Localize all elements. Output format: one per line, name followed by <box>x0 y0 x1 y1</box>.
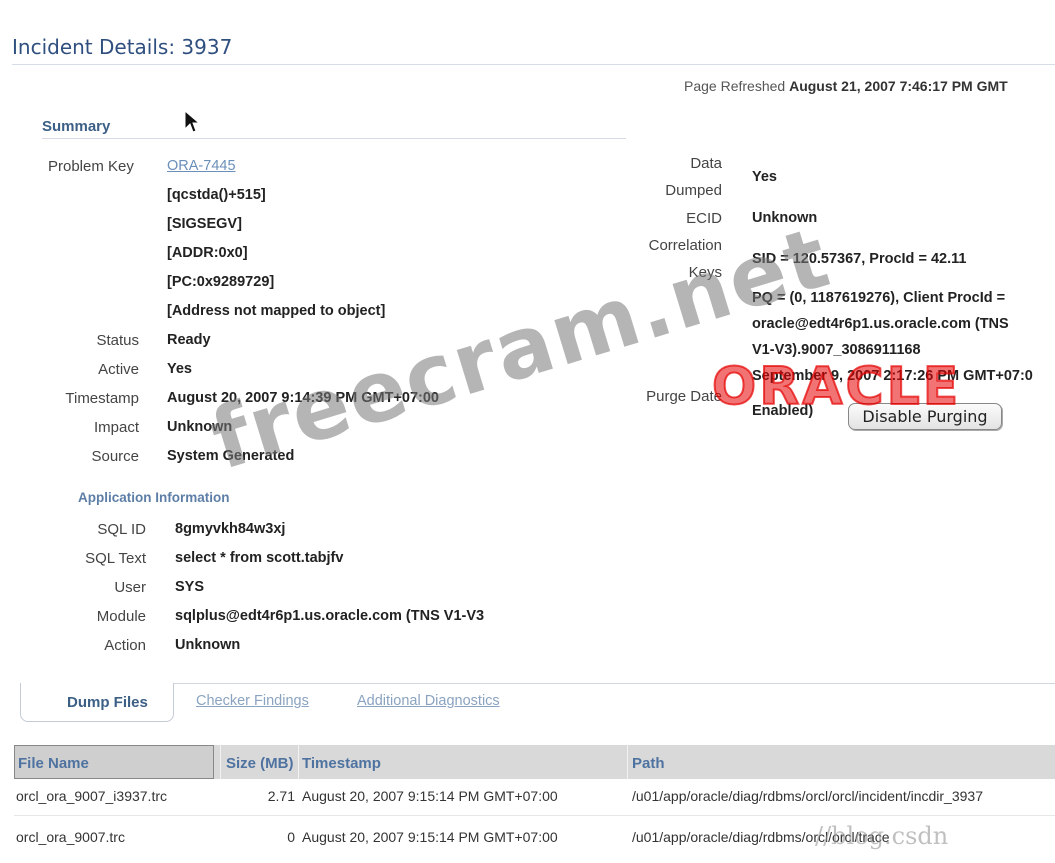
problem-key-line: [ADDR:0x0] <box>167 245 248 261</box>
cell-file-name[interactable]: orcl_ora_9007.trc <box>16 829 125 845</box>
column-header-path[interactable]: Path <box>632 755 665 772</box>
problem-key-line: [qcstda()+515] <box>167 187 266 203</box>
tab-checker-findings[interactable]: Checker Findings <box>196 693 309 709</box>
correlation-keys-value: SID = 120.57367, ProcId = 42.11 <box>752 251 967 267</box>
source-value: System Generated <box>167 448 295 464</box>
purge-date-label: Purge Date <box>646 388 722 405</box>
application-information-heading: Application Information <box>78 490 230 505</box>
summary-heading: Summary <box>42 118 111 135</box>
data-dumped-label-line2: Dumped <box>665 182 722 199</box>
cell-size: 2.71 <box>267 788 295 804</box>
active-value: Yes <box>167 361 192 377</box>
tab-additional-diagnostics[interactable]: Additional Diagnostics <box>357 693 500 709</box>
cell-file-name[interactable]: orcl_ora_9007_i3937.trc <box>16 788 167 804</box>
column-header-timestamp[interactable]: Timestamp <box>302 755 381 772</box>
active-label: Active <box>98 361 139 378</box>
column-separator <box>627 745 628 779</box>
tabs-divider <box>172 683 1055 684</box>
sql-id-label: SQL ID <box>97 521 146 538</box>
title-divider <box>12 64 1055 65</box>
timestamp-value: August 20, 2007 9:14:39 PM GMT+07:00 <box>167 390 439 406</box>
module-value: sqlplus@edt4r6p1.us.oracle.com (TNS V1-V… <box>175 608 485 624</box>
freecram-watermark: freecram.net <box>200 207 841 489</box>
impact-value: Unknown <box>167 419 233 435</box>
user-value: SYS <box>175 579 205 595</box>
cell-path: /u01/app/oracle/diag/rdbms/orcl/orcl/inc… <box>632 788 983 804</box>
action-value: Unknown <box>175 637 241 653</box>
data-dumped-value: Yes <box>752 169 777 185</box>
page-title: Incident Details: 3937 <box>12 35 233 59</box>
source-label: Source <box>91 448 139 465</box>
problem-key-line: [PC:0x9289729] <box>167 274 275 290</box>
user-label: User <box>114 579 146 596</box>
purge-date-value: September 9, 2007 2:17:26 PM GMT+07:0 <box>752 368 1033 384</box>
status-label: Status <box>96 332 139 349</box>
refreshed-value: August 21, 2007 7:46:17 PM GMT <box>789 78 1008 94</box>
mouse-pointer-icon <box>184 110 200 133</box>
correlation-keys-value: oracle@edt4r6p1.us.oracle.com (TNS <box>752 316 1009 332</box>
data-dumped-label-line1: Data <box>690 155 722 172</box>
column-header-file-name[interactable]: File Name <box>18 755 89 772</box>
disable-purging-button[interactable]: Disable Purging <box>848 403 1002 430</box>
correlation-keys-value: PQ = (0, 1187619276), Client ProcId = <box>752 290 1006 306</box>
correlation-keys-label-line1: Correlation <box>648 237 722 254</box>
impact-label: Impact <box>93 419 139 436</box>
action-label: Action <box>104 637 146 654</box>
column-separator <box>298 745 299 779</box>
ecid-value: Unknown <box>752 210 818 226</box>
correlation-keys-value: V1-V3).9007_3086911168 <box>752 342 921 358</box>
column-header-size[interactable]: Size (MB) <box>226 755 294 772</box>
page-refreshed: Page Refreshed August 21, 2007 7:46:17 P… <box>684 78 1008 94</box>
refreshed-label: Page Refreshed <box>684 78 786 94</box>
purge-enabled-text: Enabled) <box>752 403 814 419</box>
sql-text-value: select * from scott.tabjfv <box>175 550 344 566</box>
ecid-label: ECID <box>686 210 722 227</box>
tab-dump-files[interactable]: Dump Files <box>20 683 174 722</box>
cell-path: /u01/app/oracle/diag/rdbms/orcl/orcl/tra… <box>632 829 890 845</box>
sql-text-label: SQL Text <box>85 550 146 567</box>
cell-timestamp: August 20, 2007 9:15:14 PM GMT+07:00 <box>302 829 558 845</box>
column-separator <box>220 745 221 779</box>
cell-size: 0 <box>287 829 295 845</box>
problem-key-label: Problem Key <box>48 158 134 175</box>
module-label: Module <box>96 608 146 625</box>
problem-key-line: [Address not mapped to object] <box>167 303 386 319</box>
tab-dump-files-label: Dump Files <box>67 694 148 711</box>
timestamp-label: Timestamp <box>65 390 139 407</box>
problem-key-link[interactable]: ORA-7445 <box>167 158 236 174</box>
cell-timestamp: August 20, 2007 9:15:14 PM GMT+07:00 <box>302 788 558 804</box>
row-divider <box>14 815 1055 816</box>
problem-key-line: [SIGSEGV] <box>167 216 242 232</box>
correlation-keys-label-line2: Keys <box>688 264 722 281</box>
incident-details-page: Incident Details: 3937 Page Refreshed Au… <box>0 0 1055 863</box>
summary-divider <box>42 138 626 139</box>
sql-id-value: 8gmyvkh84w3xj <box>175 521 286 537</box>
status-value: Ready <box>167 332 211 348</box>
